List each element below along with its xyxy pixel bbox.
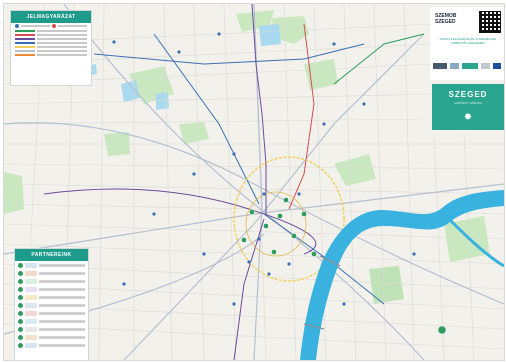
partner-text-placeholder <box>39 335 85 339</box>
qr-code-icon[interactable] <box>479 11 501 33</box>
partners-title: PARTNEREINK <box>15 249 88 261</box>
marker-red-icon <box>52 24 56 28</box>
partner-item <box>15 269 88 277</box>
brand-name: SZEMOB SZEGED <box>435 13 456 25</box>
line-orange-icon <box>15 54 35 56</box>
partner-bullet-icon <box>18 278 23 284</box>
partner-bullet-icon <box>18 326 23 332</box>
sponsor-logo-icon <box>449 63 460 69</box>
partner-text-placeholder <box>39 287 85 291</box>
city-panel: SZEGED NAPFÉNY VÁROSA ✸ <box>432 84 504 130</box>
sponsor-logo-icon <box>433 63 447 69</box>
partner-logo-icon <box>25 342 37 348</box>
partner-text-placeholder <box>39 295 85 299</box>
line-green-icon <box>15 30 35 32</box>
partner-bullet-icon <box>18 310 23 316</box>
partner-item <box>15 325 88 333</box>
partner-item <box>15 301 88 309</box>
partner-item <box>15 261 88 269</box>
city-title: SZEGED <box>448 90 488 99</box>
partner-logo-icon <box>25 262 37 268</box>
partner-item <box>15 285 88 293</box>
sponsor-logos <box>433 61 501 71</box>
legend-text-placeholder <box>37 42 87 44</box>
partner-text-placeholder <box>39 271 85 275</box>
legend-text-placeholder <box>37 54 87 56</box>
line-yellow-icon <box>15 46 35 48</box>
partner-list <box>15 261 88 349</box>
partner-text-placeholder <box>39 319 85 323</box>
partner-text-placeholder <box>39 327 85 331</box>
legend-text-placeholder <box>37 38 87 40</box>
line-purple-icon <box>15 38 35 40</box>
partner-logo-icon <box>25 286 37 292</box>
legend-row <box>11 53 91 57</box>
partner-logo-icon <box>25 278 37 284</box>
city-subtitle: NAPFÉNY VÁROSA <box>454 101 482 105</box>
partner-item <box>15 277 88 285</box>
partner-text-placeholder <box>39 343 85 347</box>
sun-icon: ✸ <box>463 112 473 123</box>
partner-bullet-icon <box>18 270 23 276</box>
partner-logo-icon <box>25 302 37 308</box>
header-panel: SZEMOB SZEGED KÖZÖS FELHASZNÁLÁS, A SZEM… <box>430 7 504 80</box>
partner-item <box>15 293 88 301</box>
partner-logo-icon <box>25 326 37 332</box>
partner-text-placeholder <box>39 303 85 307</box>
brand-line-2: SZEGED <box>435 19 456 25</box>
partner-logo-icon <box>25 294 37 300</box>
legend-title: JELMAGYARÁZAT <box>11 11 91 23</box>
legend-text-placeholder <box>37 34 87 36</box>
partner-bullet-icon <box>18 342 23 348</box>
partner-text-placeholder <box>39 263 85 267</box>
line-blue-icon <box>15 42 35 44</box>
line-red-icon <box>15 34 35 36</box>
sponsor-logo-icon <box>480 63 491 69</box>
legend-text-placeholder <box>37 46 87 48</box>
partner-text-placeholder <box>39 311 85 315</box>
partner-logo-icon <box>25 334 37 340</box>
partner-item <box>15 333 88 341</box>
partner-bullet-icon <box>18 294 23 300</box>
partner-bullet-icon <box>18 334 23 340</box>
partner-text-placeholder <box>39 279 85 283</box>
info-text: KÖZÖS FELHASZNÁLÁS, A SZEMÉLYES MOBILITÁ… <box>439 37 497 45</box>
partner-bullet-icon <box>18 318 23 324</box>
legend-text-placeholder <box>37 50 87 52</box>
partner-item <box>15 317 88 325</box>
legend-text-placeholder <box>21 25 50 27</box>
legend-text-placeholder <box>37 30 87 32</box>
partner-bullet-icon <box>18 262 23 268</box>
partner-logo-icon <box>25 318 37 324</box>
map-poster: JELMAGYARÁZAT PARTNEREINK SZEMOB SZEGED … <box>3 3 505 361</box>
tisza-river <box>300 190 504 360</box>
legend-box: JELMAGYARÁZAT <box>10 10 92 86</box>
partner-logo-icon <box>25 270 37 276</box>
legend-text-placeholder <box>58 25 87 27</box>
partners-box: PARTNEREINK <box>14 248 89 360</box>
line-grey-icon <box>15 50 35 52</box>
partner-bullet-icon <box>18 286 23 292</box>
sponsor-logo-icon <box>462 63 478 69</box>
partner-bullet-icon <box>18 302 23 308</box>
partner-logo-icon <box>25 310 37 316</box>
marker-blue-icon <box>15 24 19 28</box>
partner-item <box>15 341 88 349</box>
eu-flag-icon <box>493 63 501 69</box>
inner-ring <box>245 191 307 257</box>
partner-item <box>15 309 88 317</box>
